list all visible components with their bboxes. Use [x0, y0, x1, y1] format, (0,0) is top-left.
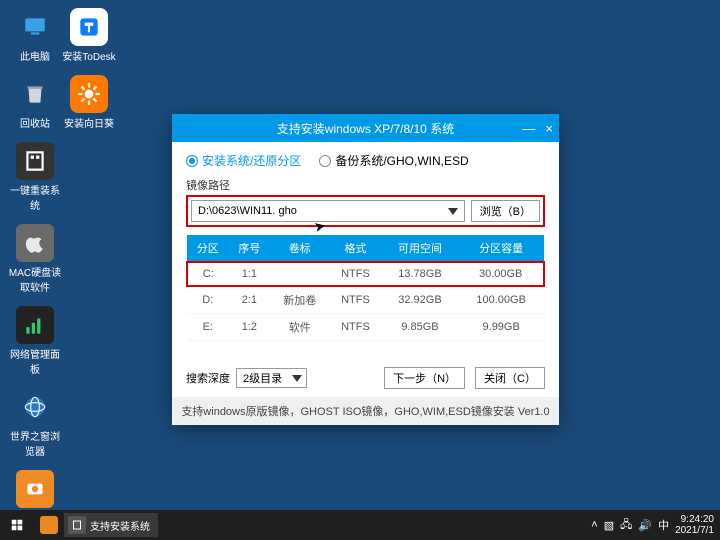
desktop-col-2: 安装ToDesk 安装向日葵 — [62, 8, 116, 142]
todesk-icon — [76, 14, 102, 40]
desktop-icon-bin[interactable]: 回收站 — [8, 75, 62, 130]
radio-backup[interactable]: 备份系统/GHO,WIN,ESD — [319, 152, 468, 169]
taskbar-task[interactable]: 支持安装系统 — [64, 513, 158, 537]
windows-icon — [10, 518, 24, 532]
desktop-icon-mac[interactable]: MAC硬盘读取软件 — [8, 224, 62, 294]
radio-label: 安装系统/还原分区 — [202, 152, 301, 169]
net-icon — [22, 312, 48, 338]
task-icon — [68, 516, 86, 534]
desktop-icon-label: 网络管理面板 — [10, 350, 60, 376]
table-header-row: 分区 序号 卷标 格式 可用空间 分区容量 — [187, 235, 544, 262]
col-index: 序号 — [229, 235, 271, 262]
tray-network-icon[interactable]: 🖧 — [620, 516, 632, 535]
desktop-icon-reinstall[interactable]: 一键重装系统 — [8, 142, 62, 212]
desktop-icon-label: MAC硬盘读取软件 — [9, 268, 61, 294]
taskbar: 支持安装系统 ˄ ▧ 🖧 🔊 中 9:24:20 2021/7/1 — [0, 510, 720, 540]
col-format: 格式 — [329, 235, 381, 262]
desktop-icon-label: 此电脑 — [20, 52, 50, 63]
bin-icon — [22, 81, 48, 107]
desktop-icon-label: 安装向日葵 — [64, 119, 114, 130]
globe-icon — [22, 394, 48, 420]
table-row[interactable]: D:2:1新加卷NTFS32.92GB100.00GB — [187, 286, 544, 314]
titlebar[interactable]: 支持安装windows XP/7/8/10 系统 — × — [172, 114, 559, 142]
path-value: D:\0623\WIN11. gho — [198, 205, 297, 217]
depth-control: 搜索深度 2级目录 — [186, 368, 307, 388]
depth-select[interactable]: 2级目录 — [236, 368, 307, 388]
footnote: 支持windows原版镜像，GHOST ISO镜像，GHO,WIM,ESD镜像安… — [172, 397, 559, 425]
desktop-icon-label: 世界之窗浏览器 — [10, 432, 60, 458]
desktop-icon-label: 回收站 — [20, 119, 50, 130]
start-button[interactable] — [0, 510, 34, 540]
col-free: 可用空间 — [382, 235, 459, 262]
browse-button[interactable]: 浏览（B） — [471, 200, 540, 222]
window-footer: 搜索深度 2级目录 下一步（N） 关闭（C） — [186, 367, 545, 389]
tray-chevron-icon[interactable]: ˄ — [591, 519, 597, 531]
radio-dot-icon — [319, 155, 331, 167]
folder-icon — [40, 516, 58, 534]
minimize-button[interactable]: — — [522, 121, 535, 136]
taskbar-pinned-app[interactable] — [34, 510, 64, 540]
clock-time: 9:24:20 — [675, 514, 714, 525]
clock-date: 2021/7/1 — [675, 525, 714, 536]
mode-radios: 安装系统/还原分区 备份系统/GHO,WIN,ESD — [186, 152, 545, 169]
desktop-icon-pc[interactable]: 此电脑 — [8, 8, 62, 63]
col-size: 分区容量 — [458, 235, 544, 262]
tray-ime-icon[interactable]: 中 — [658, 517, 669, 533]
pc-icon — [22, 14, 48, 40]
depth-label: 搜索深度 — [186, 370, 230, 386]
sunflower-icon — [76, 81, 102, 107]
col-volume: 卷标 — [270, 235, 329, 262]
desktop-icon-label: 安装ToDesk — [62, 52, 115, 63]
path-label: 镜像路径 — [186, 177, 545, 193]
taskbar-clock[interactable]: 9:24:20 2021/7/1 — [675, 514, 714, 536]
table-row[interactable]: E:1:2软件NTFS9.85GB9.99GB — [187, 314, 544, 341]
system-tray: ˄ ▧ 🖧 🔊 中 9:24:20 2021/7/1 — [591, 514, 720, 536]
path-dropdown[interactable]: D:\0623\WIN11. gho — [191, 200, 465, 222]
partition-table: 分区 序号 卷标 格式 可用空间 分区容量 C:1:1NTFS13.78GB30… — [186, 235, 545, 341]
window-controls: — × — [522, 114, 553, 142]
desktop-icon-label: 一键重装系统 — [10, 186, 60, 212]
task-label: 支持安装系统 — [90, 518, 150, 533]
desktop-icon-globe[interactable]: 世界之窗浏览器 — [8, 388, 62, 458]
reinstall-icon — [22, 148, 48, 174]
close-button[interactable]: × — [545, 121, 553, 136]
radio-dot-icon — [186, 155, 198, 167]
radio-label: 备份系统/GHO,WIN,ESD — [335, 152, 468, 169]
window-body: 安装系统/还原分区 备份系统/GHO,WIN,ESD 镜像路径 D:\0623\… — [172, 142, 559, 397]
next-button[interactable]: 下一步（N） — [384, 367, 465, 389]
disk-icon — [22, 476, 48, 502]
tray-volume-icon[interactable]: 🔊 — [638, 519, 652, 532]
desktop-icon-todesk[interactable]: 安装ToDesk — [62, 8, 116, 63]
col-partition: 分区 — [187, 235, 229, 262]
tray-app-icon[interactable]: ▧ — [604, 519, 614, 532]
close-window-button[interactable]: 关闭（C） — [475, 367, 545, 389]
path-highlight: D:\0623\WIN11. gho 浏览（B） — [186, 195, 545, 227]
window-title: 支持安装windows XP/7/8/10 系统 — [277, 120, 454, 137]
desktop-icon-sunflower[interactable]: 安装向日葵 — [62, 75, 116, 130]
chevron-down-icon — [292, 375, 302, 382]
chevron-down-icon — [448, 208, 458, 215]
apple-icon — [22, 230, 48, 256]
desktop-icon-net[interactable]: 网络管理面板 — [8, 306, 62, 376]
table-row[interactable]: C:1:1NTFS13.78GB30.00GB — [187, 262, 544, 286]
radio-install[interactable]: 安装系统/还原分区 — [186, 152, 301, 169]
app-window: 支持安装windows XP/7/8/10 系统 — × 安装系统/还原分区 备… — [172, 114, 559, 425]
